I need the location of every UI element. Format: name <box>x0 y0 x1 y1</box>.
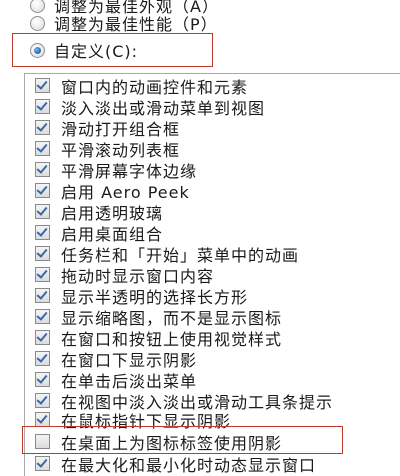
effect-item-slide-combo[interactable]: 滑动打开组合框 <box>35 117 180 139</box>
checkbox-checked-icon[interactable] <box>35 162 50 177</box>
checkbox-checked-icon[interactable] <box>35 141 50 156</box>
effect-item-drag-contents[interactable]: 拖动时显示窗口内容 <box>35 264 214 286</box>
effect-item-icon-label-shadows[interactable]: 在桌面上为图标标签使用阴影 <box>35 431 283 453</box>
effect-item-transparent-glass[interactable]: 启用透明玻璃 <box>35 201 163 223</box>
effect-item-fade-menus[interactable]: 淡入淡出或滑动菜单到视图 <box>35 96 265 118</box>
checkbox-checked-icon[interactable] <box>35 204 50 219</box>
radio-best-performance[interactable]: 调整为最佳性能（P） <box>30 12 218 34</box>
checkbox-checked-icon[interactable] <box>35 309 50 324</box>
effect-item-smooth-fonts[interactable]: 平滑屏幕字体边缘 <box>35 159 197 181</box>
checkbox-checked-icon[interactable] <box>35 412 50 427</box>
effect-item-animate-controls[interactable]: 窗口内的动画控件和元素 <box>35 75 248 97</box>
checkbox-checked-icon[interactable] <box>35 288 50 303</box>
checkbox-checked-icon[interactable] <box>35 330 50 345</box>
radio-button-icon[interactable] <box>30 0 45 13</box>
effect-label: 在鼠标指针下显示阴影 <box>61 411 232 431</box>
effect-item-aero-peek[interactable]: 启用 Aero Peek <box>35 180 190 202</box>
radio-button-icon[interactable] <box>30 15 45 31</box>
radio-button-selected-icon[interactable] <box>30 42 45 58</box>
visual-effects-list[interactable]: 窗口内的动画控件和元素 淡入淡出或滑动菜单到视图 滑动打开组合框 平滑滚动列表框… <box>24 73 400 476</box>
checkbox-checked-icon[interactable] <box>35 246 50 261</box>
checkbox-checked-icon[interactable] <box>35 78 50 93</box>
effect-item-visual-styles[interactable]: 在窗口和按钮上使用视觉样式 <box>35 327 282 349</box>
checkbox-checked-icon[interactable] <box>35 456 50 471</box>
effect-label: 在最大化和最小化时动态显示窗口 <box>61 455 317 475</box>
radio-label: 调整为最佳性能（P） <box>54 15 218 34</box>
effect-item-desktop-composition[interactable]: 启用桌面组合 <box>35 222 163 244</box>
effect-item-thumbnails[interactable]: 显示缩略图，而不是显示图标 <box>35 306 282 328</box>
checkbox-checked-icon[interactable] <box>35 351 50 366</box>
effect-item-fade-after-click[interactable]: 在单击后淡出菜单 <box>35 369 197 391</box>
checkbox-checked-icon[interactable] <box>35 99 50 114</box>
checkbox-checked-icon[interactable] <box>35 372 50 387</box>
checkbox-checked-icon[interactable] <box>35 267 50 282</box>
checkbox-checked-icon[interactable] <box>35 393 50 408</box>
effect-label: 在桌面上为图标标签使用阴影 <box>61 433 283 453</box>
effect-item-smooth-scroll[interactable]: 平滑滚动列表框 <box>35 138 180 160</box>
effect-item-pointer-shadow[interactable]: 在鼠标指针下显示阴影 <box>35 409 232 431</box>
effect-item-animate-min-max[interactable]: 在最大化和最小化时动态显示窗口 <box>35 453 317 475</box>
effect-item-taskbar-animation[interactable]: 任务栏和「开始」菜单中的动画 <box>35 243 299 265</box>
radio-custom[interactable]: 自定义(C): <box>30 39 138 61</box>
checkbox-checked-icon[interactable] <box>35 120 50 135</box>
effect-item-window-shadows[interactable]: 在窗口下显示阴影 <box>35 348 197 370</box>
radio-label: 自定义(C): <box>54 42 139 61</box>
checkbox-checked-icon[interactable] <box>35 183 50 198</box>
effect-item-translucent-selection[interactable]: 显示半透明的选择长方形 <box>35 285 248 307</box>
checkbox-unchecked-icon[interactable] <box>35 434 50 449</box>
checkbox-checked-icon[interactable] <box>35 225 50 240</box>
